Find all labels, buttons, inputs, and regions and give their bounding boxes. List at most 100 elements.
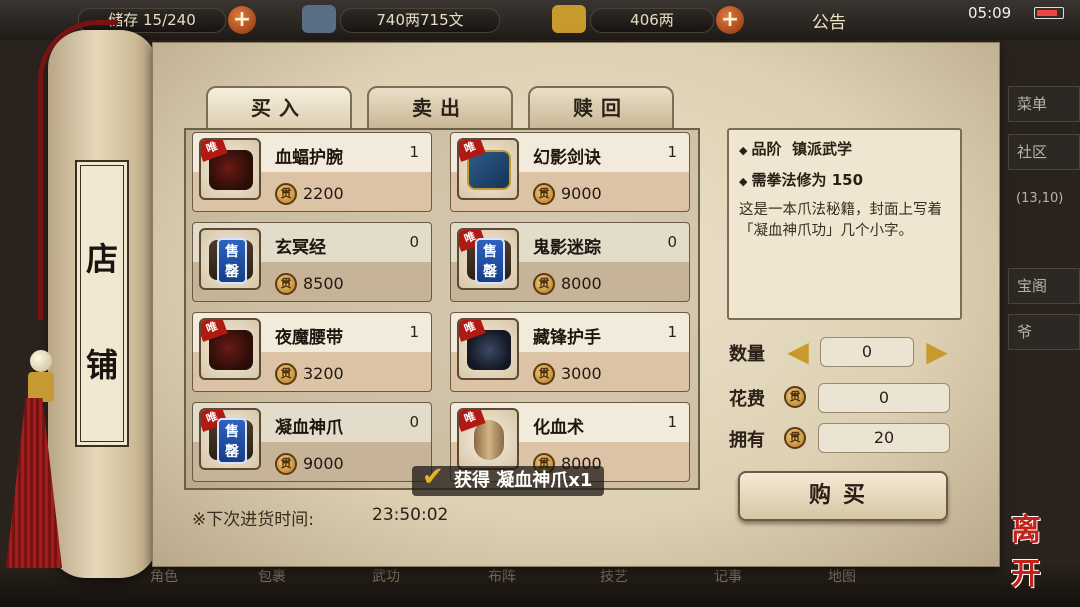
claw-manual-icon: 唯售罄: [199, 408, 261, 470]
coin-icon: 贯: [275, 183, 297, 205]
item-name: 藏锋护手: [533, 328, 601, 348]
add-gold-button[interactable]: +: [716, 6, 744, 34]
shop-item-card[interactable]: 唯藏锋护手 1 贯 3000: [450, 312, 690, 392]
wrist-guard-icon: 唯: [199, 138, 261, 200]
shop-item-card[interactable]: 售罄 玄冥经 0 贯 8500: [192, 222, 432, 302]
nav-formation[interactable]: 布阵: [488, 566, 516, 586]
item-stock-count: 0: [409, 233, 419, 251]
nav-role[interactable]: 角色: [150, 566, 178, 586]
item-price: 2200: [303, 184, 344, 203]
item-name: 夜魔腰带: [275, 328, 343, 348]
decrease-quantity-button[interactable]: ◀: [783, 336, 813, 368]
item-stock-count: 1: [409, 143, 419, 161]
scroll-icon: 唯: [457, 408, 519, 470]
tab-buy[interactable]: 买入: [206, 86, 352, 130]
system-clock: 05:09: [968, 4, 1012, 22]
coin-icon: 贯: [533, 363, 555, 385]
sword-manual-icon: 唯: [457, 138, 519, 200]
item-price: 9000: [303, 454, 344, 473]
requirement-row: ◆ 需拳法修为 150: [739, 171, 864, 189]
nav-map[interactable]: 地图: [828, 566, 856, 586]
item-price: 3200: [303, 364, 344, 383]
gauntlet-icon: 唯: [457, 318, 519, 380]
item-stock-count: 1: [667, 143, 677, 161]
bottom-nav-bar: 角色 包裹 武功 布阵 技艺 记事 地图: [0, 560, 1080, 607]
shop-item-card[interactable]: 唯幻影剑诀 1 贯 9000: [450, 132, 690, 212]
check-icon: ✔: [422, 462, 444, 492]
item-price: 8000: [561, 274, 602, 293]
battery-icon: [1034, 7, 1064, 19]
item-stock-count: 1: [667, 323, 677, 341]
leave-button[interactable]: 离开: [1000, 505, 1052, 592]
item-name: 玄冥经: [275, 238, 326, 258]
item-grid: 唯血蝠护腕 1 贯 2200 唯幻影剑诀 1 贯 9000 售罄玄冥经 0 贯 8500 唯售罄鬼影迷踪…: [184, 128, 700, 490]
side-community-button[interactable]: 社区: [1008, 134, 1080, 170]
shop-title-plate: 店 铺: [75, 160, 129, 447]
coin-icon: 贯: [784, 386, 806, 408]
owned-label: 拥有: [729, 430, 765, 451]
restock-timer: 23:50:02: [372, 505, 449, 525]
item-detail-panel: ◆ 品阶 镇派武学 ◆ 需拳法修为 150 这是一本爪法秘籍，封面上写着「凝血神爪功…: [727, 128, 962, 320]
tab-redeem[interactable]: 赎回: [528, 86, 674, 130]
coin-icon: 贯: [533, 273, 555, 295]
nav-craft[interactable]: 技艺: [600, 566, 628, 586]
item-name: 化血术: [533, 418, 584, 438]
item-stock-count: 0: [667, 233, 677, 251]
item-price: 8500: [303, 274, 344, 293]
coin-icon: 贯: [275, 453, 297, 475]
belt-icon: 唯: [199, 318, 261, 380]
side-treasure-button[interactable]: 宝阁: [1008, 268, 1080, 304]
nav-journal[interactable]: 记事: [714, 566, 742, 586]
buy-button[interactable]: 购买: [738, 471, 948, 521]
acquired-toast: ✔ 获得 凝血神爪x1: [412, 462, 605, 496]
coin-icon: 贯: [275, 363, 297, 385]
quantity-label: 数量: [729, 344, 765, 365]
copper-coin-icon: [302, 5, 336, 33]
scripture-icon: 售罄: [199, 228, 261, 290]
coin-icon: 贯: [784, 427, 806, 449]
quantity-field[interactable]: 0: [820, 337, 914, 367]
cost-value: 0: [818, 383, 950, 413]
increase-quantity-button[interactable]: ▶: [922, 336, 952, 368]
item-price: 3000: [561, 364, 602, 383]
tassel-bead: [30, 350, 52, 372]
item-description: 这是一本爪法秘籍，封面上写着「凝血神爪功」几个小字。: [739, 202, 942, 239]
grade-row: ◆ 品阶 镇派武学: [739, 140, 852, 158]
shop-item-card[interactable]: 唯售罄鬼影迷踪 0 贯 8000: [450, 222, 690, 302]
side-npc-button[interactable]: 爷: [1008, 314, 1080, 350]
map-coordinates: (13,10): [1016, 191, 1064, 206]
coin-icon: 贯: [533, 183, 555, 205]
shop-item-card[interactable]: 唯夜魔腰带 1 贯 3200: [192, 312, 432, 392]
item-stock-count: 0: [409, 413, 419, 431]
nav-skills[interactable]: 武功: [372, 566, 400, 586]
item-stock-count: 1: [667, 413, 677, 431]
toast-text: 获得 凝血神爪x1: [454, 470, 593, 491]
gold-ingot-icon: [552, 5, 586, 33]
shop-item-card[interactable]: 唯血蝠护腕 1 贯 2200: [192, 132, 432, 212]
tassel-knot: [28, 372, 54, 402]
footwork-manual-icon: 唯售罄: [457, 228, 519, 290]
nav-bag[interactable]: 包裹: [258, 566, 286, 586]
tab-sell[interactable]: 卖出: [367, 86, 513, 130]
item-name: 凝血神爪: [275, 418, 343, 438]
owned-value: 20: [818, 423, 950, 453]
restock-label: ※下次进货时间:: [192, 510, 314, 530]
item-name: 幻影剑诀: [533, 148, 601, 168]
title-char-1: 店: [85, 240, 118, 278]
item-price: 9000: [561, 184, 602, 203]
cost-label: 花费: [729, 389, 765, 410]
side-menu-button[interactable]: 菜单: [1008, 86, 1080, 122]
coin-icon: 贯: [275, 273, 297, 295]
item-stock-count: 1: [409, 323, 419, 341]
sold-out-stamp: 售罄: [475, 238, 505, 284]
add-capacity-button[interactable]: +: [228, 6, 256, 34]
item-name: 鬼影迷踪: [533, 238, 601, 258]
top-status-bar: 储存 15/240 + 740两715文 406两 + 公告 05:09: [0, 0, 1080, 40]
gold-balance: 406两: [590, 8, 714, 33]
notice-button[interactable]: 公告: [812, 8, 846, 33]
sold-out-stamp: 售罄: [217, 238, 247, 284]
item-name: 血蝠护腕: [275, 148, 343, 168]
copper-balance: 740两715文: [340, 8, 500, 33]
shop-item-card[interactable]: 唯售罄凝血神爪 0 贯 9000: [192, 402, 432, 482]
title-char-2: 铺: [85, 346, 118, 384]
